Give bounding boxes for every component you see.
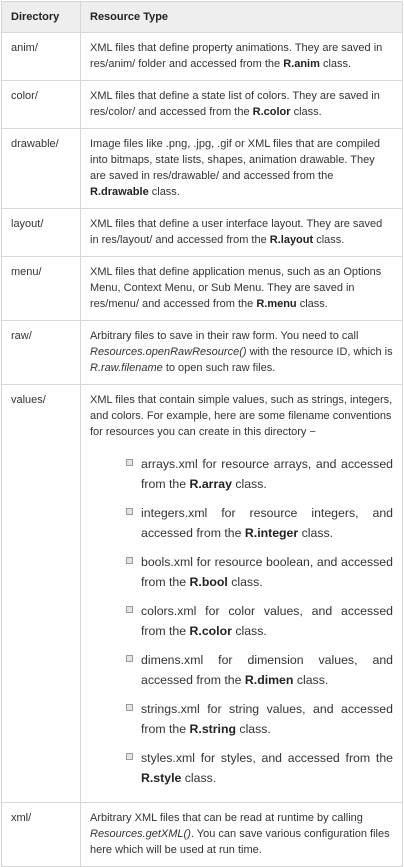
table-row: menu/ XML files that define application … bbox=[1, 256, 403, 321]
description-text: Arbitrary files to save in their raw for… bbox=[90, 330, 359, 342]
description-text: class. bbox=[290, 106, 322, 118]
list-item-text: class. bbox=[231, 624, 267, 638]
description-cell: XML files that define property animation… bbox=[80, 32, 403, 81]
table-row: values/ XML files that contain simple va… bbox=[1, 384, 403, 803]
square-bullet-icon bbox=[126, 459, 133, 466]
table-row: xml/ Arbitrary XML files that can be rea… bbox=[1, 802, 403, 867]
description-cell: XML files that contain simple values, su… bbox=[80, 384, 403, 803]
class-name: R.menu bbox=[256, 298, 297, 310]
description-cell: XML files that define a state list of co… bbox=[80, 80, 403, 129]
list-item-text: colors.xml for color values, and accesse… bbox=[141, 604, 393, 638]
description-text: with the resource ID, which is bbox=[246, 346, 393, 358]
class-name: R.string bbox=[189, 722, 236, 736]
class-name: R.bool bbox=[189, 575, 228, 589]
list-item-text: class. bbox=[231, 477, 267, 491]
description-text: class. bbox=[313, 234, 345, 246]
square-bullet-icon bbox=[126, 655, 133, 662]
description-text: XML files that define application menus,… bbox=[90, 266, 382, 310]
list-item-text: class. bbox=[236, 722, 271, 736]
description-cell: XML files that define a user interface l… bbox=[80, 208, 403, 257]
list-item-text: arrays.xml for resource arrays, and acce… bbox=[141, 457, 393, 491]
table-row: anim/ XML files that define property ani… bbox=[1, 32, 403, 81]
method-name: Resources.getXML() bbox=[90, 828, 191, 840]
list-item-text: class. bbox=[181, 771, 217, 785]
square-bullet-icon bbox=[126, 508, 133, 515]
description-text: to open such raw files. bbox=[162, 362, 276, 374]
description-cell: Arbitrary XML files that can be read at … bbox=[80, 802, 403, 867]
directory-cell: xml/ bbox=[1, 802, 81, 867]
square-bullet-icon bbox=[126, 557, 133, 564]
class-name: R.color bbox=[252, 106, 291, 118]
class-name: R.anim bbox=[283, 58, 320, 70]
description-text: class. bbox=[296, 298, 328, 310]
list-item: styles.xml for styles, and accessed from… bbox=[126, 748, 393, 788]
directory-cell: values/ bbox=[1, 384, 81, 803]
description-text: class. bbox=[148, 186, 180, 198]
header-resource-type: Resource Type bbox=[80, 1, 403, 33]
directory-cell: drawable/ bbox=[1, 128, 81, 209]
class-name: R.integer bbox=[244, 526, 299, 540]
directory-cell: color/ bbox=[1, 80, 81, 129]
header-directory: Directory bbox=[1, 1, 81, 33]
class-name: R.drawable bbox=[90, 186, 149, 198]
list-item-text: bools.xml for resource boolean, and acce… bbox=[141, 555, 393, 589]
method-name: Resources.openRawResource() bbox=[90, 346, 247, 358]
square-bullet-icon bbox=[126, 704, 133, 711]
table-row: drawable/ Image files like .png, .jpg, .… bbox=[1, 128, 403, 209]
table-row: raw/ Arbitrary files to save in their ra… bbox=[1, 320, 403, 385]
class-name: R.color bbox=[189, 624, 232, 638]
list-item-text: class. bbox=[227, 575, 263, 589]
description-text: class. bbox=[319, 58, 352, 70]
directory-cell: anim/ bbox=[1, 32, 81, 81]
resource-directory-table: Directory Resource Type anim/ XML files … bbox=[1, 1, 403, 867]
description-text: XML files that define a state list of co… bbox=[90, 90, 380, 118]
description-text: XML files that contain simple values, su… bbox=[90, 394, 393, 438]
class-name: R.array bbox=[189, 477, 232, 491]
list-item-text: class. bbox=[298, 526, 334, 540]
description-cell: Image files like .png, .jpg, .gif or XML… bbox=[80, 128, 403, 209]
description-cell: XML files that define application menus,… bbox=[80, 256, 403, 321]
directory-cell: layout/ bbox=[1, 208, 81, 257]
table-row: color/ XML files that define a state lis… bbox=[1, 80, 403, 129]
description-cell: Arbitrary files to save in their raw for… bbox=[80, 320, 403, 385]
class-name: R.layout bbox=[269, 234, 314, 246]
directory-cell: menu/ bbox=[1, 256, 81, 321]
square-bullet-icon bbox=[126, 606, 133, 613]
table-row: layout/ XML files that define a user int… bbox=[1, 208, 403, 257]
values-file-list: arrays.xml for resource arrays, and acce… bbox=[90, 454, 393, 788]
table-header-row: Directory Resource Type bbox=[1, 1, 403, 33]
class-name: R.dimen bbox=[244, 673, 294, 687]
list-item-text: class. bbox=[293, 673, 329, 687]
list-item: bools.xml for resource boolean, and acce… bbox=[126, 552, 393, 592]
list-item: colors.xml for color values, and accesse… bbox=[126, 601, 393, 641]
list-item-text: styles.xml for styles, and accessed from… bbox=[141, 751, 393, 765]
list-item: dimens.xml for dimension values, and acc… bbox=[126, 650, 393, 690]
list-item: integers.xml for resource integers, and … bbox=[126, 503, 393, 543]
description-text: Arbitrary XML files that can be read at … bbox=[90, 812, 363, 824]
list-item: strings.xml for string values, and acces… bbox=[126, 699, 393, 739]
directory-cell: raw/ bbox=[1, 320, 81, 385]
resource-id: R.raw.filename bbox=[90, 362, 163, 374]
description-text: Image files like .png, .jpg, .gif or XML… bbox=[90, 138, 381, 182]
class-name: R.style bbox=[141, 771, 182, 785]
square-bullet-icon bbox=[126, 753, 133, 760]
list-item: arrays.xml for resource arrays, and acce… bbox=[126, 454, 393, 494]
